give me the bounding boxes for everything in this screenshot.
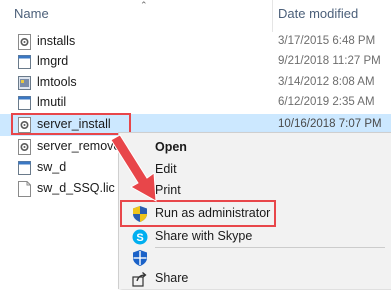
- exe-file-icon: [18, 55, 31, 69]
- file-name: lmgrd: [37, 54, 69, 68]
- file-row[interactable]: lmutil 6/12/2019 2:35 AM: [0, 92, 391, 114]
- file-row[interactable]: lmgrd 9/21/2018 11:27 PM: [0, 51, 391, 73]
- file-date: 10/16/2018 7:07 PM: [278, 118, 382, 130]
- menu-item-label: Edit: [155, 162, 177, 176]
- document-file-icon: [18, 181, 31, 197]
- server-install-highlight: [11, 113, 131, 135]
- menu-item-edit[interactable]: Edit: [119, 159, 391, 181]
- file-name: installs: [37, 34, 76, 48]
- settings-file-icon: [18, 139, 31, 155]
- run-as-admin-highlight: [120, 200, 276, 227]
- file-name: sw_d: [37, 160, 67, 174]
- file-date: 6/12/2019 2:35 AM: [278, 96, 375, 108]
- file-name: lmutil: [37, 95, 67, 109]
- column-date-header[interactable]: Date modified: [278, 6, 358, 21]
- exe-file-icon: [18, 96, 31, 110]
- menu-item-share-with-skype[interactable]: S Share with Skype: [119, 226, 391, 248]
- file-row[interactable]: installs 3/17/2015 6:48 PM: [0, 31, 391, 53]
- sort-chevron-icon[interactable]: ⌃: [140, 0, 148, 11]
- menu-item-print[interactable]: Print: [119, 180, 391, 202]
- windows-defender-icon: [133, 250, 147, 266]
- menu-item-open[interactable]: Open: [119, 137, 391, 159]
- menu-item-label: Share with Skype: [155, 229, 253, 243]
- app-file-icon: [18, 76, 31, 90]
- exe-file-icon: [18, 161, 31, 175]
- settings-file-icon: [18, 34, 31, 50]
- file-name: sw_d_SSQ.lic: [37, 181, 115, 195]
- menu-item-windows-defender[interactable]: [119, 247, 391, 269]
- file-name: server_remove: [37, 139, 121, 153]
- svg-text:S: S: [136, 232, 143, 244]
- column-name-header[interactable]: Name: [14, 6, 49, 21]
- menu-item-label: Print: [155, 183, 181, 197]
- menu-item-share[interactable]: Share: [119, 268, 391, 290]
- file-name: lmtools: [37, 75, 77, 89]
- menu-item-label: Open: [155, 140, 187, 154]
- share-icon: [132, 272, 147, 287]
- file-row[interactable]: lmtools 3/14/2012 8:08 AM: [0, 72, 391, 94]
- column-divider[interactable]: [272, 0, 273, 32]
- file-date: 3/17/2015 6:48 PM: [278, 35, 376, 47]
- file-date: 9/21/2018 11:27 PM: [278, 55, 381, 67]
- skype-icon: S: [132, 229, 148, 245]
- menu-item-label: Share: [155, 271, 189, 285]
- file-date: 3/14/2012 8:08 AM: [278, 76, 375, 88]
- column-header: ⌃ Name Date modified: [0, 0, 391, 32]
